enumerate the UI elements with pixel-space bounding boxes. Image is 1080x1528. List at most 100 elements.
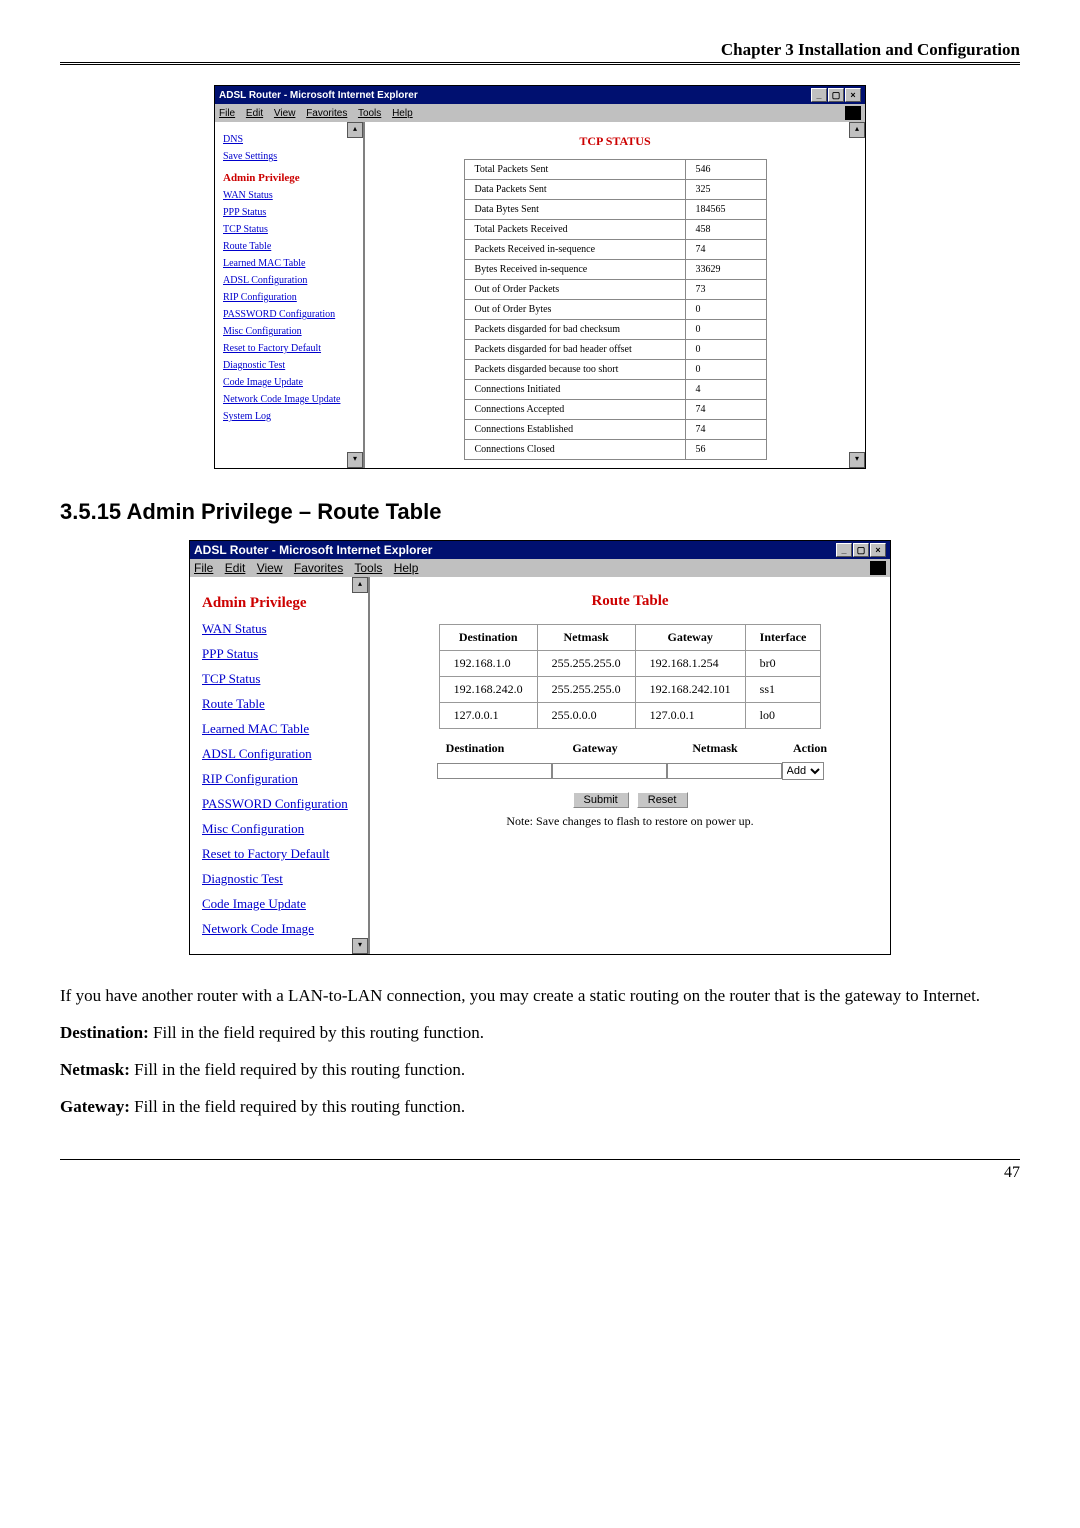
sidebar-link[interactable]: Route Table <box>223 241 357 252</box>
menu-tools[interactable]: Tools <box>354 561 382 575</box>
menu-edit[interactable]: Edit <box>225 561 246 575</box>
menu-help[interactable]: Help <box>392 108 413 119</box>
netmask-input[interactable] <box>667 763 782 779</box>
sidebar-link[interactable]: Misc Configuration <box>223 326 357 337</box>
sidebar-link[interactable]: Diagnostic Test <box>202 871 360 887</box>
scroll-down-icon[interactable]: ▾ <box>347 452 363 468</box>
table-row: Bytes Received in-sequence33629 <box>464 260 766 280</box>
sidebar-link[interactable]: Network Code Image <box>202 921 360 937</box>
paragraph-intro: If you have another router with a LAN-to… <box>60 985 1020 1008</box>
action-select[interactable]: Add <box>782 762 824 780</box>
scroll-up-icon[interactable]: ▴ <box>849 122 865 138</box>
sidebar-link[interactable]: ADSL Configuration <box>223 275 357 286</box>
menu-favorites[interactable]: Favorites <box>294 561 343 575</box>
content-title: TCP STATUS <box>385 134 845 149</box>
minimize-icon[interactable]: _ <box>836 543 852 557</box>
stat-value: 74 <box>685 420 766 440</box>
col-gateway: Gateway <box>635 625 745 651</box>
stat-value: 74 <box>685 240 766 260</box>
stat-label: Connections Accepted <box>464 400 685 420</box>
destination-input[interactable] <box>437 763 552 779</box>
stat-value: 0 <box>685 360 766 380</box>
table-row: Connections Established74 <box>464 420 766 440</box>
sidebar-link[interactable]: WAN Status <box>202 621 360 637</box>
close-icon[interactable]: × <box>845 88 861 102</box>
table-row: Connections Initiated4 <box>464 380 766 400</box>
gateway-input[interactable] <box>552 763 667 779</box>
sidebar-link[interactable]: PASSWORD Configuration <box>223 309 357 320</box>
sidebar-link[interactable]: Network Code Image Update <box>223 394 357 405</box>
cell: 192.168.242.101 <box>635 677 745 703</box>
stat-value: 325 <box>685 180 766 200</box>
table-row: Connections Accepted74 <box>464 400 766 420</box>
stat-value: 546 <box>685 160 766 180</box>
paragraph-netmask: Netmask: Fill in the field required by t… <box>60 1059 1020 1082</box>
sidebar-link[interactable]: PPP Status <box>202 646 360 662</box>
chapter-header: Chapter 3 Installation and Configuration <box>60 40 1020 65</box>
menu-view[interactable]: View <box>274 108 296 119</box>
col-interface: Interface <box>745 625 821 651</box>
stat-label: Connections Closed <box>464 440 685 460</box>
sidebar-link[interactable]: Route Table <box>202 696 360 712</box>
submit-button[interactable] <box>573 792 629 808</box>
scroll-down-icon[interactable]: ▾ <box>849 452 865 468</box>
sidebar-link[interactable]: Diagnostic Test <box>223 360 357 371</box>
reset-button[interactable] <box>637 792 688 808</box>
sidebar-link[interactable]: Code Image Update <box>202 896 360 912</box>
minimize-icon[interactable]: _ <box>811 88 827 102</box>
sidebar-link[interactable]: Learned MAC Table <box>223 258 357 269</box>
close-icon[interactable]: × <box>870 543 886 557</box>
sidebar-link[interactable]: Reset to Factory Default <box>223 343 357 354</box>
sidebar-link[interactable]: PASSWORD Configuration <box>202 796 360 812</box>
menu-edit[interactable]: Edit <box>246 108 263 119</box>
maximize-icon[interactable]: ▢ <box>853 543 869 557</box>
table-row: 127.0.0.1255.0.0.0127.0.0.1lo0 <box>439 703 821 729</box>
window-controls: _ ▢ × <box>811 88 861 102</box>
sidebar-link[interactable]: PPP Status <box>223 207 357 218</box>
window-titlebar: ADSL Router - Microsoft Internet Explore… <box>215 86 865 104</box>
sidebar-link[interactable]: Code Image Update <box>223 377 357 388</box>
sidebar-link-dns[interactable]: DNS <box>223 134 357 145</box>
table-row: Data Bytes Sent184565 <box>464 200 766 220</box>
add-hdr-destination: Destination <box>415 741 535 756</box>
sidebar-link[interactable]: Learned MAC Table <box>202 721 360 737</box>
cell: 255.0.0.0 <box>537 703 635 729</box>
table-row: Data Packets Sent325 <box>464 180 766 200</box>
sidebar-link[interactable]: System Log <box>223 411 357 422</box>
add-route-input-row: Add <box>390 762 870 780</box>
menu-file[interactable]: File <box>194 561 213 575</box>
sidebar-link[interactable]: RIP Configuration <box>202 771 360 787</box>
sidebar-link[interactable]: TCP Status <box>223 224 357 235</box>
scroll-up-icon[interactable]: ▴ <box>352 577 368 593</box>
content-area: Route Table Destination Netmask Gateway … <box>370 577 890 954</box>
menubar: File Edit View Favorites Tools Help <box>190 559 890 577</box>
cell: 127.0.0.1 <box>635 703 745 729</box>
window-titlebar: ADSL Router - Microsoft Internet Explore… <box>190 541 890 559</box>
menu-tools[interactable]: Tools <box>358 108 381 119</box>
maximize-icon[interactable]: ▢ <box>828 88 844 102</box>
sidebar-link-save-settings[interactable]: Save Settings <box>223 151 357 162</box>
menu-view[interactable]: View <box>257 561 283 575</box>
table-row: Out of Order Packets73 <box>464 280 766 300</box>
sidebar-link[interactable]: TCP Status <box>202 671 360 687</box>
window-title: ADSL Router - Microsoft Internet Explore… <box>219 90 418 101</box>
table-row: Total Packets Received458 <box>464 220 766 240</box>
menu-favorites[interactable]: Favorites <box>306 108 347 119</box>
sidebar-link[interactable]: WAN Status <box>223 190 357 201</box>
sidebar-link[interactable]: Misc Configuration <box>202 821 360 837</box>
add-hdr-netmask: Netmask <box>655 741 775 756</box>
sidebar-link[interactable]: Reset to Factory Default <box>202 846 360 862</box>
col-destination: Destination <box>439 625 537 651</box>
section-heading: 3.5.15 Admin Privilege – Route Table <box>60 499 1020 525</box>
add-hdr-action: Action <box>775 741 845 756</box>
sidebar-link[interactable]: ADSL Configuration <box>202 746 360 762</box>
cell: 255.255.255.0 <box>537 677 635 703</box>
menu-file[interactable]: File <box>219 108 235 119</box>
sidebar-link[interactable]: RIP Configuration <box>223 292 357 303</box>
stat-value: 0 <box>685 300 766 320</box>
stat-label: Packets disgarded for bad checksum <box>464 320 685 340</box>
table-row: Packets disgarded because too short0 <box>464 360 766 380</box>
scroll-down-icon[interactable]: ▾ <box>352 938 368 954</box>
menu-help[interactable]: Help <box>394 561 419 575</box>
scroll-up-icon[interactable]: ▴ <box>347 122 363 138</box>
